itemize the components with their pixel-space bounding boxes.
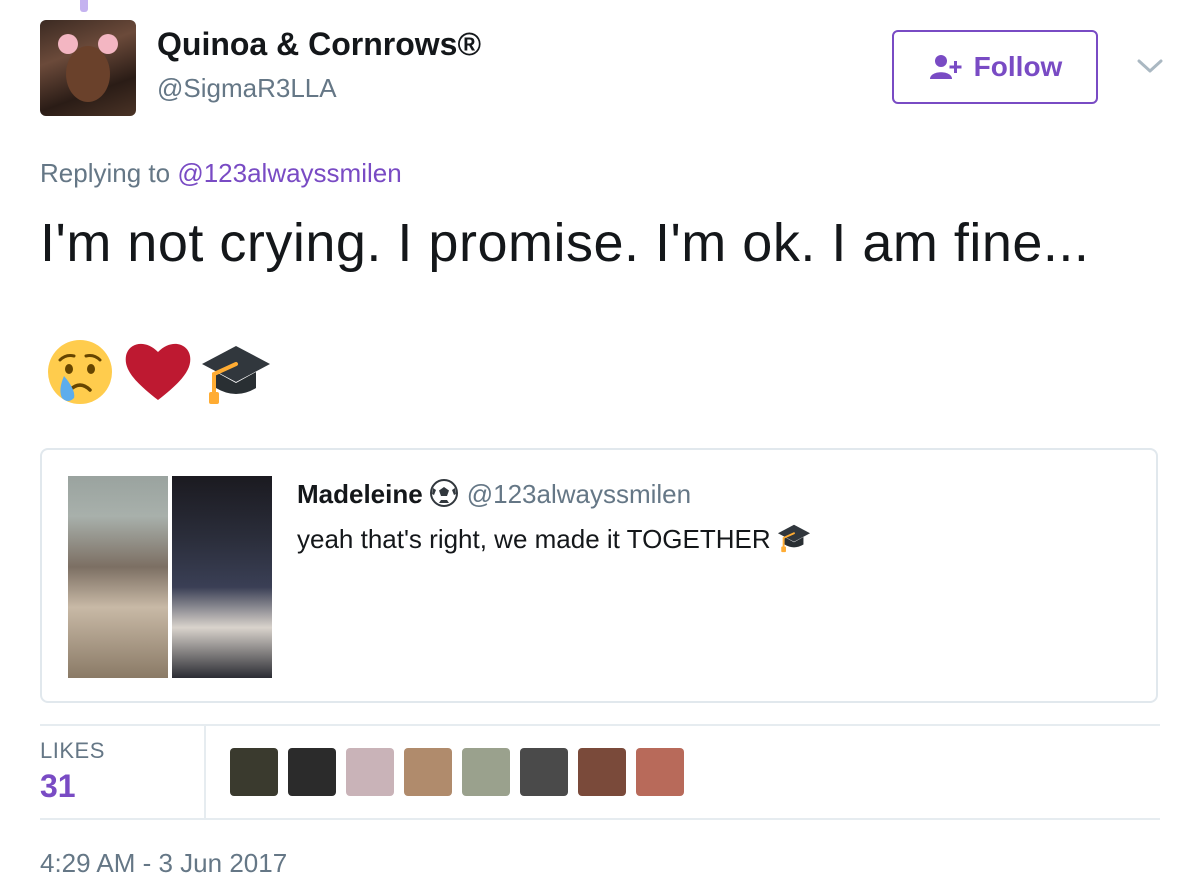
follow-button[interactable]: Follow <box>892 30 1098 104</box>
chevron-down-icon[interactable] <box>1136 56 1164 76</box>
reply-mention-link[interactable]: @123alwayssmilen <box>177 158 401 188</box>
divider-bottom <box>40 818 1160 820</box>
follow-label: Follow <box>973 51 1063 82</box>
add-user-icon <box>929 55 962 79</box>
liker-avatar-4[interactable] <box>404 748 452 796</box>
liker-avatar-1[interactable] <box>230 748 278 796</box>
quoted-text: yeah that's right, we made it TOGETHER <box>297 520 811 555</box>
thread-connector <box>80 0 88 12</box>
replying-to: Replying to @123alwayssmilen <box>40 158 402 189</box>
liker-avatar-8[interactable] <box>636 748 684 796</box>
graduation-photo-1[interactable] <box>68 476 168 678</box>
graduation-cap-emoji <box>777 524 810 553</box>
crying-face-emoji <box>48 340 112 404</box>
user-avatar[interactable] <box>40 20 136 116</box>
quoted-author-name: Madeleine <box>297 479 423 509</box>
tweet-timestamp[interactable]: 4:29 AM - 3 Jun 2017 <box>40 848 287 879</box>
quoted-text-body: yeah that's right, we made it TOGETHER <box>297 524 771 554</box>
tweet-emojis <box>44 336 272 408</box>
quoted-author: Madeleine @123alwayssmilen <box>297 478 691 510</box>
quoted-tweet-card[interactable]: Madeleine @123alwayssmilen yeah that's r… <box>40 448 1158 703</box>
liker-avatar-2[interactable] <box>288 748 336 796</box>
replying-to-prefix: Replying to <box>40 158 178 188</box>
tweet-text: I'm not crying. I promise. I'm ok. I am … <box>40 213 1090 273</box>
soccer-ball-emoji <box>429 479 458 507</box>
quoted-author-handle: @123alwayssmilen <box>466 479 692 509</box>
likes-count[interactable]: 31 <box>40 768 76 805</box>
liker-avatar-6[interactable] <box>520 748 568 796</box>
avatar-face <box>66 46 110 102</box>
user-handle[interactable]: @SigmaR3LLA <box>157 73 337 104</box>
red-heart-emoji <box>125 343 191 400</box>
likes-label: LIKES <box>40 738 105 763</box>
divider-top <box>40 724 1160 726</box>
graduation-cap-emoji <box>202 346 270 404</box>
liker-avatar-5[interactable] <box>462 748 510 796</box>
liker-avatar-3[interactable] <box>346 748 394 796</box>
likers-list <box>230 748 684 796</box>
liker-avatar-7[interactable] <box>578 748 626 796</box>
stats-divider <box>204 726 206 818</box>
graduation-photo-2[interactable] <box>172 476 272 678</box>
display-name[interactable]: Quinoa & Cornrows® <box>157 26 481 63</box>
